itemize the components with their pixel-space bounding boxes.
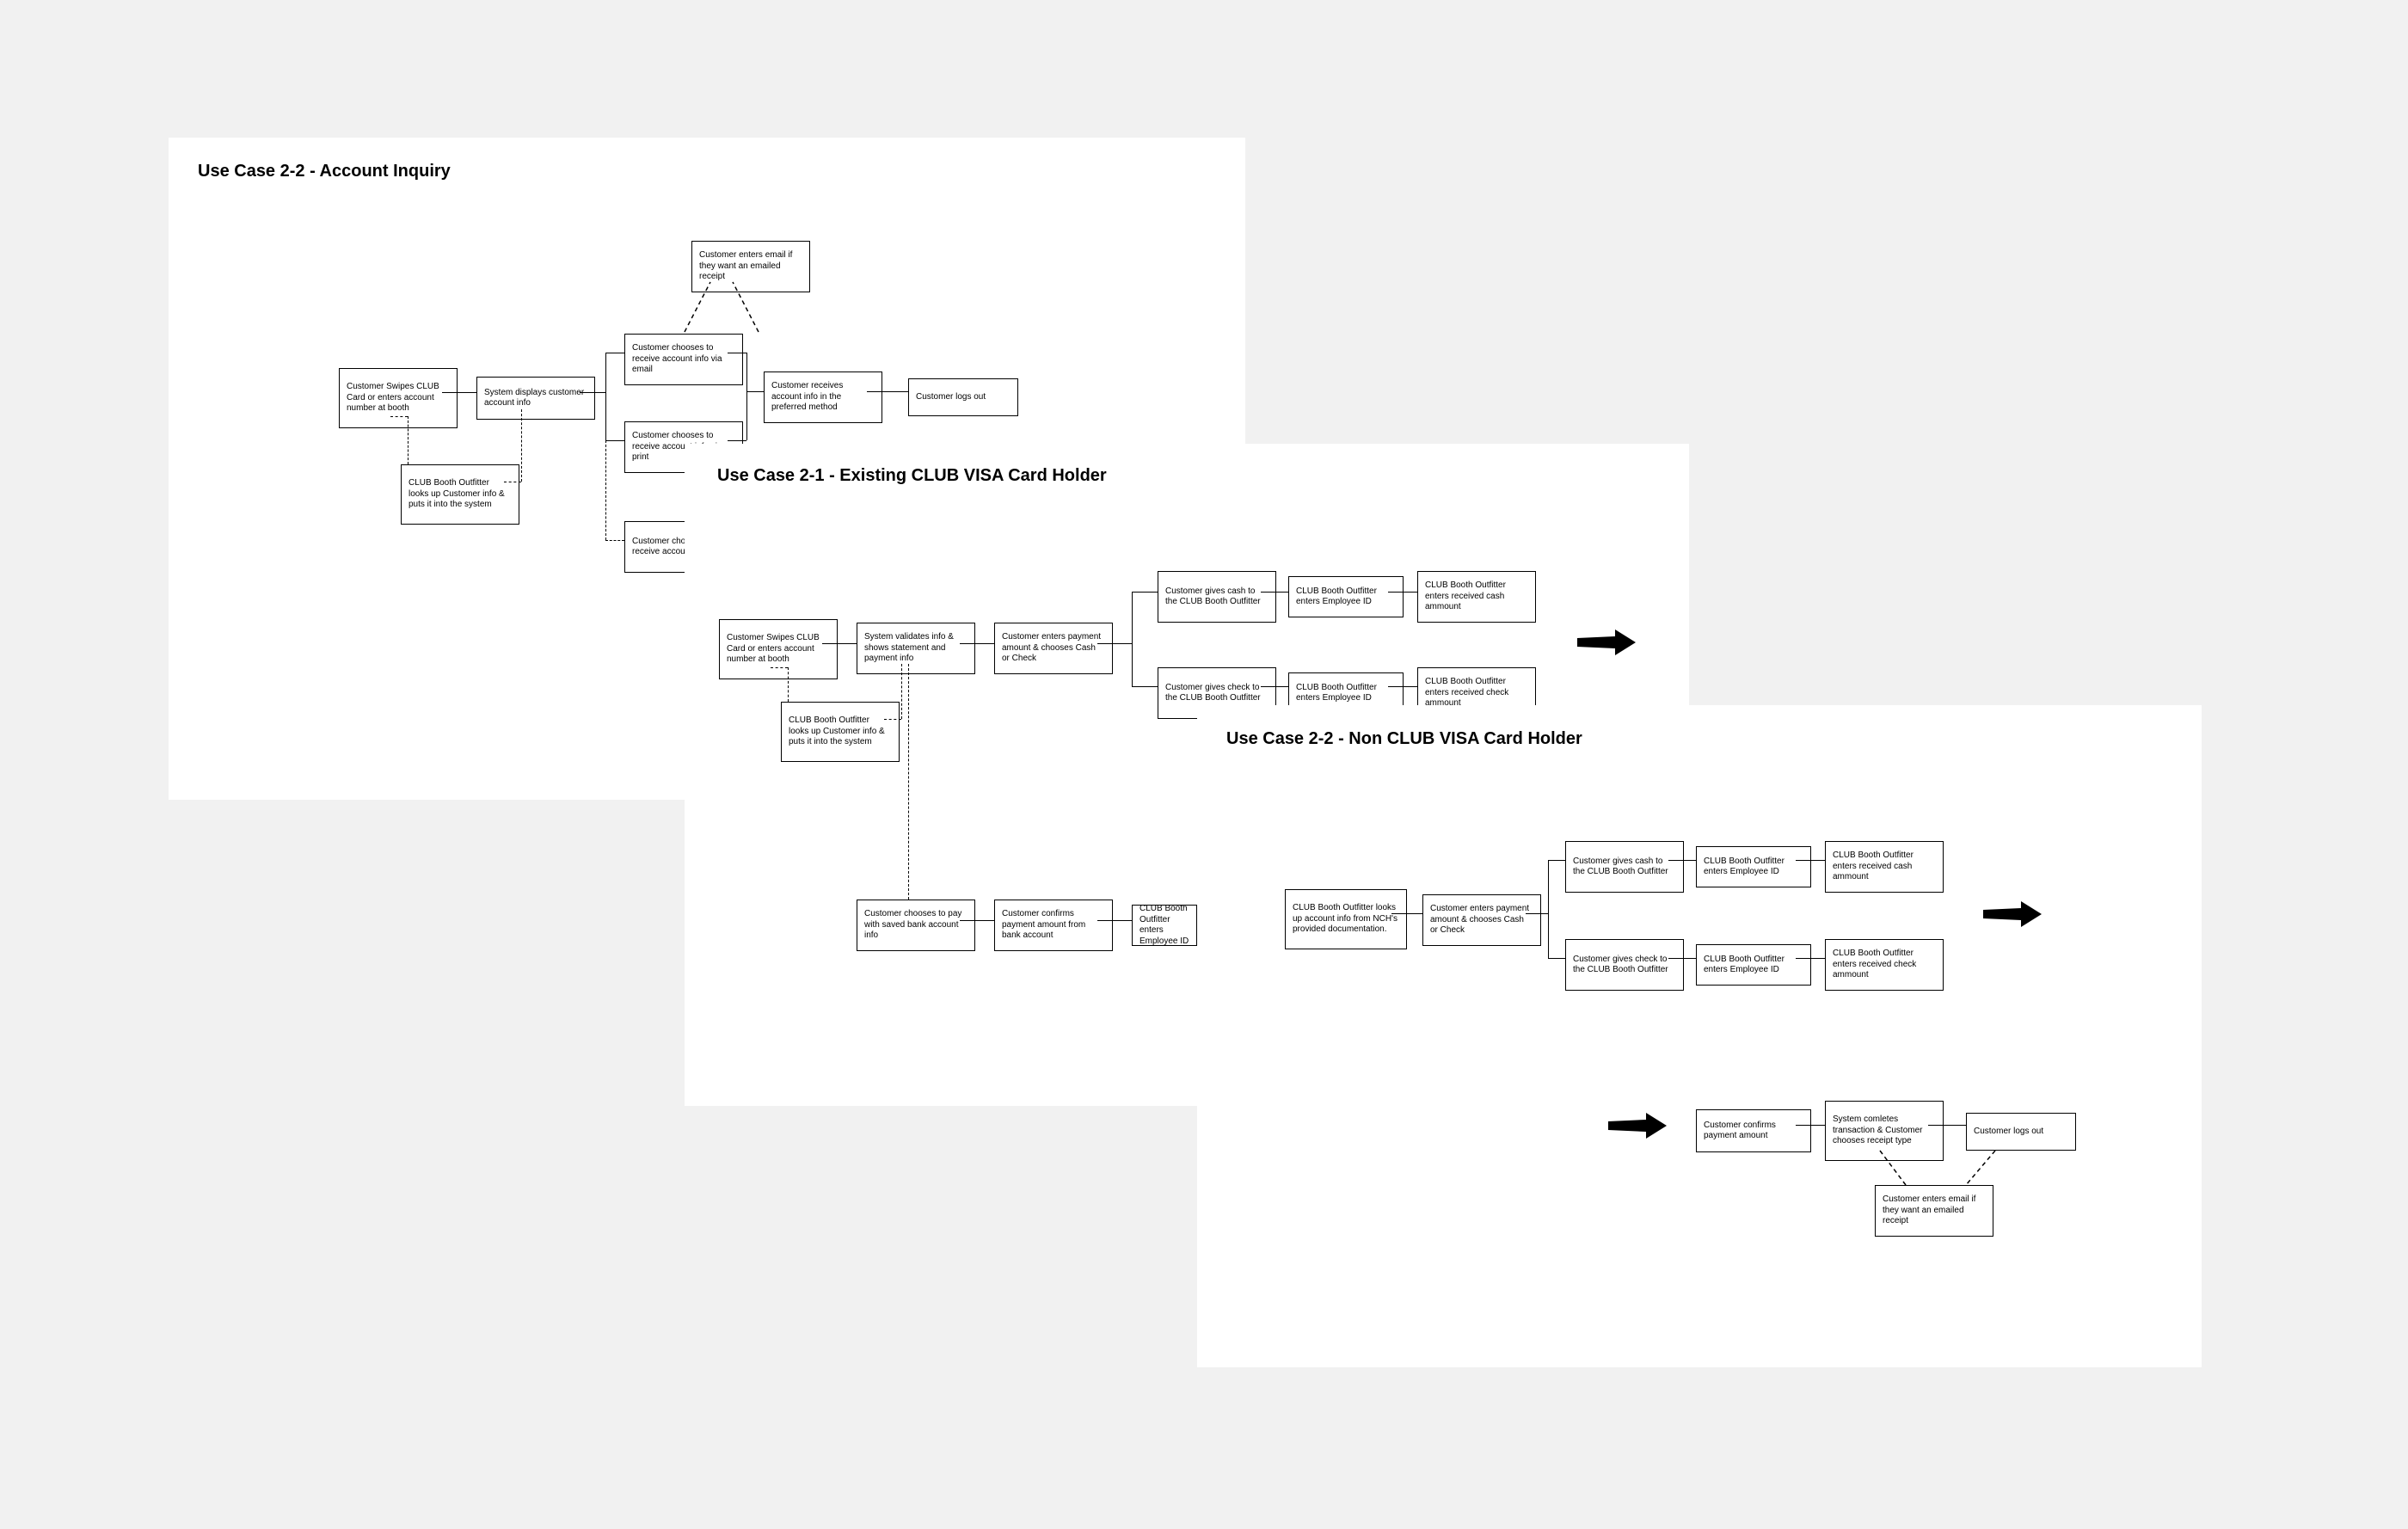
box-b8: Customer confirms payment amount from ba… xyxy=(994,900,1113,951)
box-b3: Customer enters payment amount & chooses… xyxy=(994,623,1113,674)
continuation-arrow-icon xyxy=(1576,628,1637,657)
box-c4b: CLUB Booth Outfitter enters Employee ID xyxy=(1696,944,1811,986)
box-c5b: CLUB Booth Outfitter enters received che… xyxy=(1825,939,1944,991)
title-account-inquiry: Use Case 2-2 - Account Inquiry xyxy=(198,162,451,181)
title-existing-holder: Use Case 2-1 - Existing CLUB VISA Card H… xyxy=(717,466,1107,486)
box-c5a: CLUB Booth Outfitter enters received cas… xyxy=(1825,841,1944,893)
continuation-arrow-icon xyxy=(1981,900,2043,929)
box-b7: Customer chooses to pay with saved bank … xyxy=(857,900,975,951)
box-b6a: CLUB Booth Outfitter enters received cas… xyxy=(1417,571,1536,623)
box-b1: Customer Swipes CLUB Card or enters acco… xyxy=(719,619,838,679)
box-c6: Customer confirms payment amount xyxy=(1696,1109,1811,1152)
box-c2: Customer enters payment amount & chooses… xyxy=(1422,894,1541,946)
box-c9: Customer enters email if they want an em… xyxy=(1875,1185,1993,1237)
continuation-arrow-icon xyxy=(1606,1111,1668,1140)
box-c3b: Customer gives check to the CLUB Booth O… xyxy=(1565,939,1684,991)
box-b9: CLUB Booth Outfitter enters Employee ID xyxy=(1132,905,1197,946)
box-c8: Customer logs out xyxy=(1966,1113,2076,1151)
box-a7: Customer logs out xyxy=(908,378,1018,416)
box-a6: Customer receives account info in the pr… xyxy=(764,372,882,423)
panel-non-holder xyxy=(1197,705,2202,1367)
box-a2: System displays customer account info xyxy=(476,377,595,420)
box-b1b: CLUB Booth Outfitter looks up Customer i… xyxy=(781,702,900,762)
box-c3a: Customer gives cash to the CLUB Booth Ou… xyxy=(1565,841,1684,893)
box-c4a: CLUB Booth Outfitter enters Employee ID xyxy=(1696,846,1811,887)
box-c1: CLUB Booth Outfitter looks up account in… xyxy=(1285,889,1407,949)
box-a1b: CLUB Booth Outfitter looks up Customer i… xyxy=(401,464,519,525)
diagram-stage: Use Case 2-2 - Account Inquiry Customer … xyxy=(0,0,2408,1529)
box-b4a: Customer gives cash to the CLUB Booth Ou… xyxy=(1158,571,1276,623)
box-a3: Customer chooses to receive account info… xyxy=(624,334,743,385)
box-a1: Customer Swipes CLUB Card or enters acco… xyxy=(339,368,458,428)
title-non-holder: Use Case 2-2 - Non CLUB VISA Card Holder xyxy=(1226,729,1582,749)
box-b2: System validates info & shows statement … xyxy=(857,623,975,674)
box-b5a: CLUB Booth Outfitter enters Employee ID xyxy=(1288,576,1404,617)
